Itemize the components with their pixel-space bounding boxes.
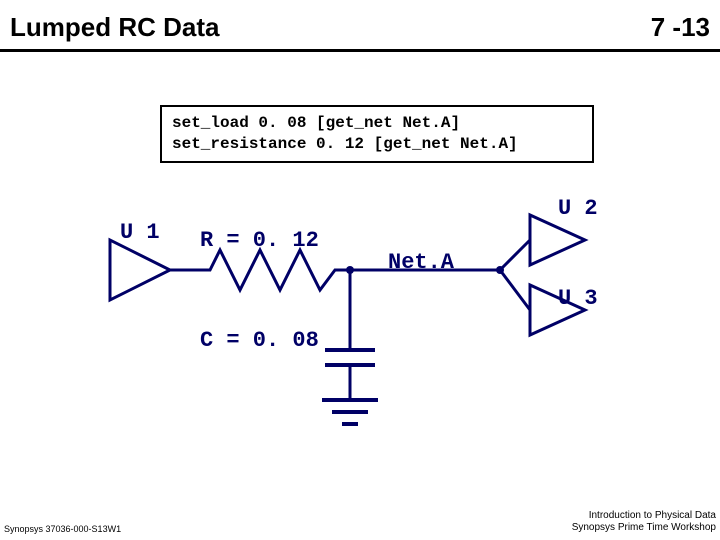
slide-header: Lumped RC Data 7 -13 [0,0,720,52]
label-u2: U 2 [558,196,598,221]
label-resistance: R = 0. 12 [200,228,319,253]
buffer-u1-icon [110,240,200,300]
footer-workshop: Synopsys Prime Time Workshop [572,522,716,534]
page-number: 7 -13 [651,12,710,43]
circuit-svg [90,200,650,460]
label-capacitance: C = 0. 08 [200,328,319,353]
wire-branch-icon [500,270,530,310]
footer-right: Introduction to Physical Data Synopsys P… [572,510,716,534]
label-u1: U 1 [120,220,160,245]
buffer-u2-icon [530,215,585,265]
slide-title: Lumped RC Data [10,12,219,43]
circuit-diagram: U 1 U 2 U 3 R = 0. 12 C = 0. 08 Net.A [90,200,650,460]
capacitor-icon [325,270,375,400]
label-u3: U 3 [558,286,598,311]
wire-branch-icon [500,240,530,270]
ground-icon [322,400,378,424]
footer-section: Introduction to Physical Data [572,510,716,522]
resistor-icon [200,250,350,290]
label-netname: Net.A [388,250,454,275]
code-box: set_load 0. 08 [get_net Net.A] set_resis… [160,105,594,163]
code-line-2: set_resistance 0. 12 [get_net Net.A] [172,135,518,153]
footer-doc-id: Synopsys 37036-000-S13W1 [4,524,121,534]
code-line-1: set_load 0. 08 [get_net Net.A] [172,114,460,132]
